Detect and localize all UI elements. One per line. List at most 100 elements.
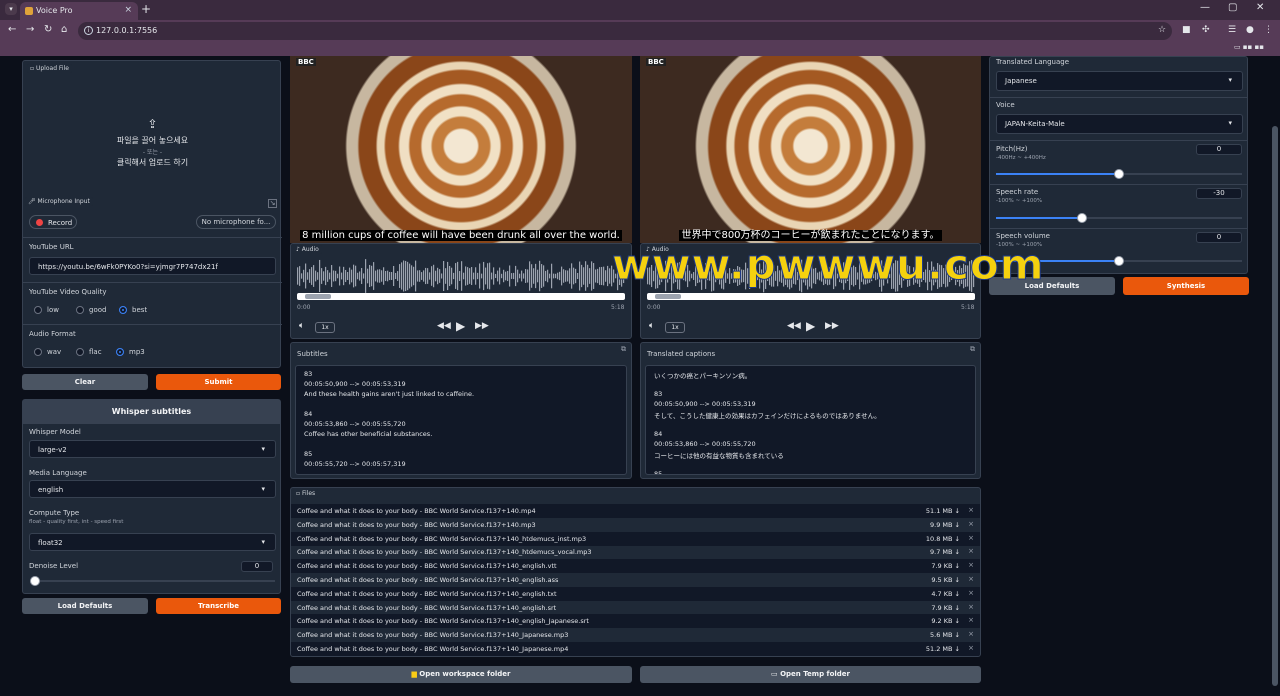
translated-video-player[interactable]: BBC 世界中で800万杯のコーヒーが飲まれたことになります。 bbox=[640, 56, 981, 243]
translated-timeline[interactable] bbox=[647, 293, 975, 300]
extension-icon[interactable]: ■ bbox=[1182, 25, 1191, 35]
denoise-number-input[interactable]: 0 bbox=[241, 561, 273, 572]
denoise-slider-track[interactable] bbox=[33, 580, 275, 582]
minimize-icon[interactable]: — bbox=[1200, 2, 1210, 13]
volume-icon[interactable]: 🔈︎ bbox=[299, 321, 304, 331]
file-size-download[interactable]: 51.2 MB ↓ bbox=[926, 645, 960, 653]
file-row[interactable]: Coffee and what it does to your body - B… bbox=[291, 518, 980, 532]
file-row[interactable]: Coffee and what it does to your body - B… bbox=[291, 559, 980, 574]
file-name[interactable]: Coffee and what it does to your body - B… bbox=[297, 507, 536, 515]
tab-search-icon[interactable]: ▾ bbox=[5, 3, 17, 15]
file-size-download[interactable]: 5.6 MB ↓ bbox=[930, 631, 960, 639]
home-icon[interactable]: ⌂ bbox=[61, 24, 67, 35]
mic-expand-icon[interactable]: ↘ bbox=[268, 199, 277, 208]
remove-file-icon[interactable]: × bbox=[968, 644, 974, 652]
file-name[interactable]: Coffee and what it does to your body - B… bbox=[297, 535, 586, 543]
file-size-download[interactable]: 7.9 KB ↓ bbox=[931, 604, 960, 612]
window-close-icon[interactable]: ✕ bbox=[1256, 2, 1264, 13]
synthesis-button[interactable]: Synthesis bbox=[1123, 277, 1249, 295]
reload-icon[interactable]: ↻ bbox=[44, 24, 52, 35]
remove-file-icon[interactable]: × bbox=[968, 630, 974, 638]
remove-file-icon[interactable]: × bbox=[968, 547, 974, 555]
bookmarks-folder-icon[interactable]: ▭ ▪▪ ▪▪ bbox=[1234, 43, 1264, 51]
timeline-thumb[interactable] bbox=[655, 294, 681, 299]
bookmark-star-icon[interactable]: ☆ bbox=[1158, 25, 1166, 35]
translated-language-select[interactable]: Japanese bbox=[996, 71, 1243, 91]
file-name[interactable]: Coffee and what it does to your body - B… bbox=[297, 590, 557, 598]
remove-file-icon[interactable]: × bbox=[968, 589, 974, 597]
tab-close-icon[interactable]: × bbox=[124, 5, 132, 15]
address-bar[interactable]: i 127.0.0.1:7556 bbox=[78, 22, 1172, 40]
file-size-download[interactable]: 10.8 MB ↓ bbox=[926, 535, 960, 543]
remove-file-icon[interactable]: × bbox=[968, 616, 974, 624]
speech-volume-number-input[interactable]: 0 bbox=[1196, 232, 1242, 243]
rewind-icon[interactable]: ◀◀ bbox=[437, 321, 451, 331]
file-size-download[interactable]: 51.1 MB ↓ bbox=[926, 507, 960, 515]
record-button[interactable]: Record bbox=[29, 215, 77, 229]
forward-icon[interactable]: → bbox=[26, 24, 34, 35]
maximize-icon[interactable]: ▢ bbox=[1228, 2, 1237, 13]
quality-radio-good[interactable]: good bbox=[73, 303, 106, 317]
file-size-download[interactable]: 9.2 KB ↓ bbox=[931, 617, 960, 625]
file-row[interactable]: Coffee and what it does to your body - B… bbox=[291, 642, 980, 656]
scrollbar-thumb[interactable] bbox=[1272, 126, 1278, 686]
speech-rate-number-input[interactable]: -30 bbox=[1196, 188, 1242, 199]
quality-radio-best[interactable]: best bbox=[116, 303, 147, 317]
pitch-slider-handle[interactable] bbox=[1114, 169, 1124, 179]
profile-avatar-icon[interactable]: ● bbox=[1246, 25, 1254, 35]
file-size-download[interactable]: 9.5 KB ↓ bbox=[931, 576, 960, 584]
file-size-download[interactable]: 7.9 KB ↓ bbox=[931, 562, 960, 570]
file-size-download[interactable]: 9.7 MB ↓ bbox=[930, 548, 960, 556]
file-name[interactable]: Coffee and what it does to your body - B… bbox=[297, 604, 556, 612]
remove-file-icon[interactable]: × bbox=[968, 603, 974, 611]
pitch-number-input[interactable]: 0 bbox=[1196, 144, 1242, 155]
remove-file-icon[interactable]: × bbox=[968, 520, 974, 528]
file-size-download[interactable]: 9.9 MB ↓ bbox=[930, 521, 960, 529]
source-video-player[interactable]: BBC 8 million cups of coffee will have b… bbox=[290, 56, 632, 243]
file-row[interactable]: Coffee and what it does to your body - B… bbox=[291, 504, 980, 518]
fast-forward-icon[interactable]: ▶▶ bbox=[475, 321, 489, 331]
open-workspace-folder-button[interactable]: ▆ Open workspace folder bbox=[290, 666, 632, 683]
subtitles-textarea[interactable]: 83 00:05:50,900 --> 00:05:53,319 And these… bbox=[295, 365, 627, 475]
volume-icon[interactable]: 🔈︎ bbox=[649, 321, 654, 331]
reading-list-icon[interactable]: ☰ bbox=[1228, 25, 1236, 35]
browser-tab[interactable]: Voice Pro × bbox=[20, 2, 138, 20]
site-info-icon[interactable]: i bbox=[84, 26, 93, 35]
file-row[interactable]: Coffee and what it does to your body - B… bbox=[291, 628, 980, 642]
file-name[interactable]: Coffee and what it does to your body - B… bbox=[297, 576, 558, 584]
file-row[interactable]: Coffee and what it does to your body - B… bbox=[291, 601, 980, 615]
play-icon[interactable]: ▶ bbox=[806, 319, 815, 333]
remove-file-icon[interactable]: × bbox=[968, 506, 974, 514]
format-radio-flac[interactable]: flac bbox=[73, 345, 102, 359]
timeline-thumb[interactable] bbox=[305, 294, 331, 299]
compute-type-select[interactable]: float32 bbox=[29, 533, 276, 551]
file-row[interactable]: Coffee and what it does to your body - B… bbox=[291, 614, 980, 629]
youtube-url-input[interactable]: https://youtu.be/6wFk0PYKo0?si=yjmgr7P74… bbox=[29, 257, 276, 275]
rewind-icon[interactable]: ◀◀ bbox=[787, 321, 801, 331]
file-name[interactable]: Coffee and what it does to your body - B… bbox=[297, 521, 536, 529]
new-tab-icon[interactable]: + bbox=[141, 2, 151, 16]
playback-speed-button[interactable]: 1x bbox=[315, 322, 335, 333]
file-row[interactable]: Coffee and what it does to your body - B… bbox=[291, 573, 980, 587]
file-size-download[interactable]: 4.7 KB ↓ bbox=[931, 590, 960, 598]
source-waveform[interactable] bbox=[297, 258, 627, 294]
file-name[interactable]: Coffee and what it does to your body - B… bbox=[297, 617, 589, 625]
file-name[interactable]: Coffee and what it does to your body - B… bbox=[297, 562, 557, 570]
file-row[interactable]: Coffee and what it does to your body - B… bbox=[291, 545, 980, 559]
quality-radio-low[interactable]: low bbox=[31, 303, 59, 317]
playback-speed-button[interactable]: 1x bbox=[665, 322, 685, 333]
file-row[interactable]: Coffee and what it does to your body - B… bbox=[291, 586, 980, 601]
back-icon[interactable]: ← bbox=[8, 24, 16, 35]
upload-dropzone[interactable]: ⇪ 파일을 끌어 놓으세요 - 또는 - 클릭해서 업로드 하기 bbox=[23, 117, 282, 168]
speech-volume-slider-handle[interactable] bbox=[1114, 256, 1124, 266]
denoise-slider-handle[interactable] bbox=[30, 576, 40, 586]
transcribe-button[interactable]: Transcribe bbox=[156, 598, 281, 614]
file-row[interactable]: Coffee and what it does to your body - B… bbox=[291, 531, 980, 546]
open-temp-folder-button[interactable]: ▭ Open Temp folder bbox=[640, 666, 981, 683]
copy-icon[interactable]: ⧉ bbox=[621, 345, 626, 354]
format-radio-mp3[interactable]: mp3 bbox=[113, 345, 145, 359]
fast-forward-icon[interactable]: ▶▶ bbox=[825, 321, 839, 331]
microphone-select[interactable]: No microphone fo... bbox=[196, 215, 276, 229]
format-radio-wav[interactable]: wav bbox=[31, 345, 61, 359]
submit-button[interactable]: Submit bbox=[156, 374, 281, 390]
